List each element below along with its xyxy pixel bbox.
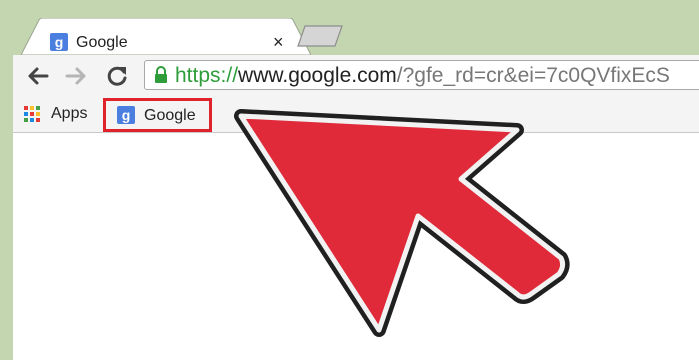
- window-frame-left: [0, 0, 13, 360]
- pointer-arrow-icon: [234, 109, 570, 337]
- browser-window: g Google × https://www.google.com/?gfe_r…: [13, 10, 699, 360]
- window-frame-top: [0, 0, 699, 10]
